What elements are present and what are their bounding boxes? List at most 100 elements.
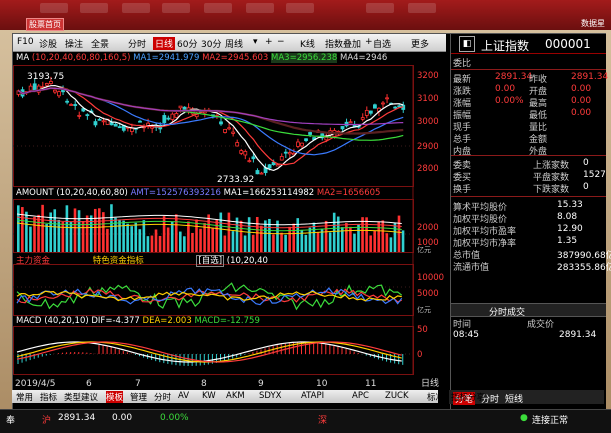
quote-row: 最新 2891.34 昨收 2891.34 [451, 72, 608, 85]
indicator-tab[interactable]: 常用 [16, 391, 33, 403]
indicator-tab[interactable]: KW [202, 391, 216, 401]
stat-value: 8.08 [557, 212, 578, 222]
candle-body [251, 156, 256, 160]
quote-row: 算术平均股价 15.33 [451, 200, 606, 213]
quote-row: 流通市值 283355.86亿 [451, 260, 611, 273]
indicator-tab[interactable]: 分时 [154, 391, 171, 403]
indicator-tab[interactable]: AKM [226, 391, 245, 401]
moving-average-lines [17, 84, 404, 172]
window-right-label: 数据星 [581, 19, 605, 28]
indicator-tab[interactable]: 指标分享 [451, 391, 485, 403]
ma-line [18, 84, 404, 172]
volume-bar [373, 230, 376, 252]
indicator-tab[interactable]: AV [178, 391, 189, 401]
volume-bar [389, 237, 393, 252]
quote-label: 下跌家数 [533, 185, 570, 195]
indicator-tab[interactable]: 类型建议 [64, 391, 98, 403]
volume-legend: AMOUNT (10,20,40,60,80) AMT=152576393216… [16, 188, 381, 198]
candle-body [348, 121, 353, 124]
price-axis-2: 3000 [417, 117, 439, 127]
candle-body [77, 114, 82, 117]
indicator-bar: 常用 指标 类型建议 模板 管理 分时 AV KW AKM SDYX ATAPI APC ZUCK 标准指… [12, 390, 485, 403]
price-axis-4: 2800 [417, 164, 439, 174]
indicator-tab[interactable]: 标准 [427, 391, 444, 403]
volume-bar [369, 235, 372, 252]
candle-body [69, 104, 74, 106]
indicator-tab[interactable]: 模板 [106, 391, 124, 403]
candle-body [397, 105, 402, 108]
volume-bar [110, 204, 113, 252]
volume-bar [268, 218, 271, 252]
indicator-tab[interactable]: ZUCK [385, 391, 409, 401]
indicator-tab[interactable]: 指标 [40, 391, 57, 403]
status-connection: 连接正常 [532, 416, 569, 426]
candle-body [279, 156, 284, 161]
volume-bar [243, 235, 247, 252]
volume-bar [170, 221, 174, 252]
indicator-tab[interactable]: ATAPI [301, 391, 324, 401]
candle-body [227, 127, 232, 130]
volume-bar [158, 235, 162, 252]
quote-label: 外盘 [529, 147, 548, 157]
volume-bar [401, 230, 405, 252]
volume-bar [69, 221, 73, 252]
volume-bar [304, 234, 308, 252]
custom-indicator-button[interactable]: [自选] [196, 255, 225, 267]
candle-body [243, 151, 248, 156]
x-axis-period: 日线 [421, 377, 439, 389]
volume-bar [215, 219, 219, 252]
candle-body [166, 117, 171, 120]
volume-bar [365, 217, 368, 252]
trade-subtabs: 分时成交 [451, 303, 606, 318]
candle-body [174, 113, 179, 118]
fund-legend: 主力资金 特色资金指标 [自选] (10,20,40 [16, 255, 268, 267]
candle-body [304, 138, 308, 142]
stat-value: 12.90 [557, 224, 583, 234]
indicator-tab[interactable]: 管理 [130, 391, 147, 403]
quote-row: 涨幅 0.00% 最高 0.00 [451, 96, 606, 109]
volume-bar [21, 207, 24, 252]
volume-bar [183, 236, 186, 252]
indicator-tab[interactable]: APC [352, 391, 369, 401]
quote-row: 总手 金额 [451, 132, 606, 145]
volume-bar [73, 208, 77, 252]
quote-label: 换手 [453, 185, 472, 195]
candle-body [235, 142, 240, 147]
price-axis-0: 3200 [417, 71, 439, 81]
candle-body [368, 110, 373, 114]
price-axis-1: 3100 [417, 94, 439, 104]
x-label-6: 11 [365, 379, 376, 389]
volume-bar [41, 204, 44, 252]
volume-bar [385, 233, 389, 252]
volume-bar [332, 212, 336, 252]
quote-row: 涨跌 0.00 开盘 0.00 [451, 84, 606, 97]
volume-bar [361, 217, 364, 252]
title-bar: 股票首页 数据星 [0, 0, 611, 31]
candle-body [372, 104, 377, 109]
stat-value: 283355.86亿 [557, 263, 611, 273]
indicator-tab[interactable]: SDYX [259, 391, 282, 401]
candle-body [340, 126, 345, 130]
candle-body [296, 141, 300, 147]
quote-row: 现手 量比 [451, 120, 606, 133]
quote-value: 0.00% [495, 96, 524, 106]
volume-bar [284, 234, 287, 252]
chart-workspace: F10 诊股 操注 全景 分时 日线 60分 30分 周线 ▾ + − K线 指… [12, 33, 611, 411]
volume-unit: 亿元 [417, 245, 431, 254]
volume-bar [328, 232, 332, 252]
expand-icon[interactable]: ◧ [459, 36, 475, 52]
volume-bar [81, 221, 85, 252]
tab-shortline[interactable]: 短线 [505, 392, 523, 405]
status-left: 奉 [6, 416, 16, 426]
volume-bar [255, 216, 259, 252]
volume-bar [106, 228, 109, 252]
status-price: 2891.34 [58, 413, 96, 423]
volume-bar [195, 219, 198, 252]
candle-body [255, 170, 260, 175]
volume-bar [377, 221, 381, 252]
candle-body [267, 164, 272, 169]
volume-bar [199, 228, 202, 252]
candle-body [324, 136, 329, 141]
home-tab[interactable]: 股票首页 [26, 18, 64, 31]
weibi-row: 委比 [453, 59, 472, 69]
